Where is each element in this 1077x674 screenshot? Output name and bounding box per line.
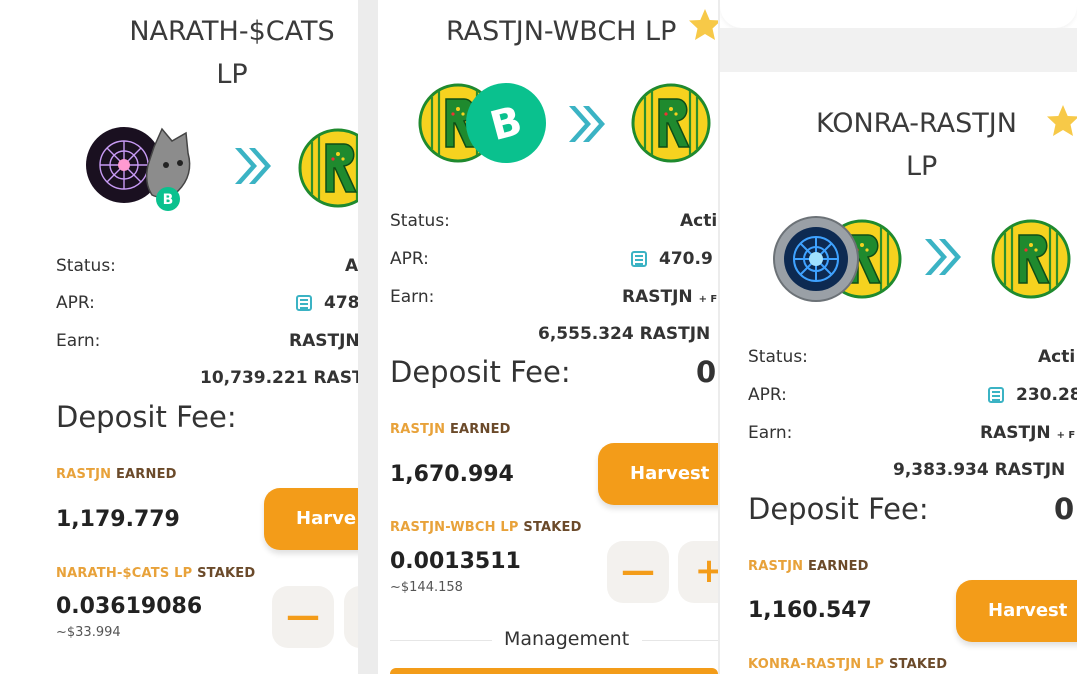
harvest-button[interactable]: Harvest [956, 580, 1077, 642]
action-button-top-edge[interactable] [390, 668, 718, 674]
double-chevron-arrow-icon [925, 239, 961, 275]
earned-heading: RASTJN EARNED [56, 467, 177, 482]
calculator-icon[interactable] [988, 387, 1004, 403]
staked-amount: 0.03619086 [56, 594, 203, 619]
earn-value-row: RASTJN + F [622, 287, 718, 307]
deposit-fee-value: 0 [696, 355, 717, 389]
apr-value: 230.28 [1016, 385, 1077, 405]
farm-title-line1: KONRA-RASTJN [816, 108, 1017, 139]
apr-value: 470.9 [659, 249, 713, 269]
management-toggle[interactable]: Management [504, 628, 629, 650]
previous-card-bottom [720, 0, 1077, 28]
earned-amount: 1,179.779 [56, 507, 180, 532]
deposit-fee-label: Deposit Fee: [390, 355, 571, 389]
status-value: A [345, 256, 358, 276]
rastjn-token-icon [298, 128, 358, 208]
stake-plus-button[interactable] [344, 586, 358, 648]
status-label: Status: [56, 256, 116, 276]
narath-cats-pair-icons: B [86, 127, 191, 211]
double-chevron-arrow-icon [235, 148, 271, 184]
staked-heading: KONRA-RASTJN LP STAKED [748, 657, 948, 672]
farm-title-line2: LP [906, 151, 938, 182]
calculator-icon[interactable] [296, 295, 312, 311]
farm-title: RASTJN-WBCH LP [446, 16, 677, 47]
earned-amount: 1,670.994 [390, 462, 514, 487]
apr-label: APR: [748, 385, 787, 405]
star-icon[interactable] [688, 8, 718, 42]
earn-label: Earn: [390, 287, 435, 307]
unstake-minus-button[interactable]: — [607, 541, 669, 603]
deposit-fee-label: Deposit Fee: [748, 492, 929, 526]
farm-title-line2: LP [216, 59, 248, 90]
apr-value-row: 230.28 [988, 385, 1077, 405]
harvest-button[interactable]: Harvest [598, 443, 718, 505]
rastjn-token-icon [991, 219, 1071, 299]
apr-label: APR: [56, 293, 95, 313]
status-value: Acti [1038, 347, 1076, 367]
earn-value-row: RASTJN + F [980, 423, 1076, 443]
farm-title-line1: NARATH-$CATS [129, 16, 335, 47]
earn-amount: 9,383.934 RASTJN [893, 460, 1066, 480]
apr-value-row: 478 [296, 293, 358, 313]
status-value: Acti [680, 211, 718, 231]
apr-label: APR: [390, 249, 429, 269]
farm-card-narath-cats: NARATH-$CATS LP B Status: A APR: 478 Ear… [0, 0, 358, 674]
svg-text:B: B [163, 192, 174, 208]
bch-token-icon: B [466, 83, 546, 163]
divider [642, 640, 718, 641]
farm-card-konra-rastjn: KONRA-RASTJN LP Status: Acti APR: 230.28… [720, 0, 1077, 674]
earned-heading: RASTJN EARNED [390, 422, 511, 437]
staked-usd: ~$33.994 [56, 625, 121, 640]
staked-heading: RASTJN-WBCH LP STAKED [390, 520, 582, 535]
double-chevron-arrow-icon [569, 106, 605, 142]
earn-value: RASTJN [289, 331, 358, 351]
apr-value: 478 [324, 293, 358, 313]
earn-label: Earn: [56, 331, 101, 351]
apr-value-row: 470.9 [631, 249, 713, 269]
calculator-icon[interactable] [631, 251, 647, 267]
card-gap [720, 28, 1077, 72]
star-icon[interactable] [1046, 104, 1077, 138]
earned-heading: RASTJN EARNED [748, 559, 869, 574]
stake-plus-button[interactable]: + [678, 541, 718, 603]
konra-rastjn-pair-icons [773, 216, 902, 302]
divider [390, 640, 492, 641]
status-label: Status: [390, 211, 450, 231]
harvest-button[interactable]: Harve [264, 488, 358, 550]
earn-amount: 10,739.221 RASTJ [200, 368, 358, 388]
earned-amount: 1,160.547 [748, 598, 872, 623]
earn-label: Earn: [748, 423, 793, 443]
farm-card-rastjn-wbch: RASTJN-WBCH LP B Status: Acti APR: 470.9… [378, 0, 718, 674]
konra-token-icon [773, 216, 859, 302]
staked-heading: NARATH-$CATS LP STAKED [56, 566, 256, 581]
status-label: Status: [748, 347, 808, 367]
staked-usd: ~$144.158 [390, 580, 463, 595]
rastjn-token-icon [631, 83, 711, 163]
deposit-fee-value: 0 [1054, 492, 1075, 526]
rastjn-wbch-pair-icons: B [418, 83, 546, 163]
earn-amount: 6,555.324 RASTJN [538, 324, 711, 344]
deposit-fee-label: Deposit Fee: [56, 400, 237, 434]
staked-amount: 0.0013511 [390, 549, 521, 574]
unstake-minus-button[interactable]: — [272, 586, 334, 648]
